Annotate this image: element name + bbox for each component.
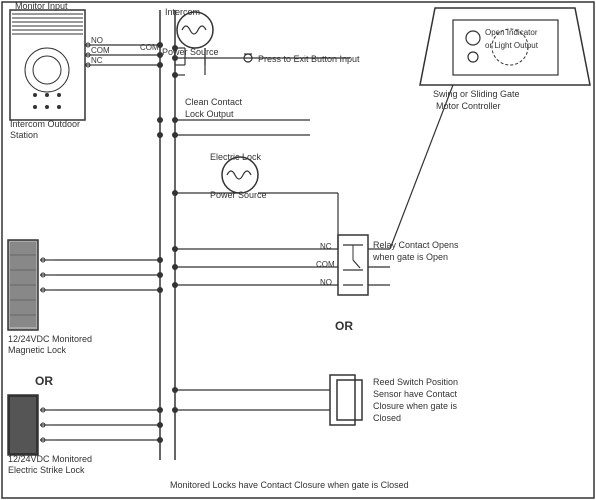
svg-text:Reed Switch Position: Reed Switch Position [373,377,458,387]
svg-text:NC: NC [320,242,332,251]
svg-text:Closure when gate is: Closure when gate is [373,401,458,411]
svg-text:Closed: Closed [373,413,401,423]
svg-text:Intercom: Intercom [165,7,200,17]
svg-text:Electric Lock: Electric Lock [210,152,262,162]
svg-text:Magnetic Lock: Magnetic Lock [8,345,67,355]
svg-text:OR: OR [335,319,353,333]
svg-text:or Light Output: or Light Output [485,41,539,50]
svg-text:Intercom Outdoor: Intercom Outdoor [10,119,80,129]
svg-text:12/24VDC Monitored: 12/24VDC Monitored [8,334,92,344]
wiring-diagram: Monitor Input NO COM NC Intercom Outdoor… [0,0,596,500]
svg-text:NO: NO [91,36,103,45]
svg-text:Clean Contact: Clean Contact [185,97,243,107]
svg-text:Sensor have Contact: Sensor have Contact [373,389,458,399]
svg-text:Station: Station [10,130,38,140]
svg-text:Power Source: Power Source [162,47,219,57]
svg-text:Monitor Input: Monitor Input [15,1,68,11]
svg-text:Lock Output: Lock Output [185,109,234,119]
svg-text:COM: COM [316,260,335,269]
svg-text:when gate is Open: when gate is Open [372,252,448,262]
svg-text:COM: COM [140,43,159,52]
svg-text:Press to Exit Button Input: Press to Exit Button Input [258,54,360,64]
svg-text:COM: COM [91,46,110,55]
svg-text:12/24VDC Monitored: 12/24VDC Monitored [8,454,92,464]
svg-text:Electric Strike Lock: Electric Strike Lock [8,465,85,475]
svg-text:Monitored Locks have Contact C: Monitored Locks have Contact Closure whe… [170,480,409,490]
svg-text:NC: NC [91,56,103,65]
svg-text:OR: OR [35,374,53,388]
svg-text:Swing or Sliding Gate: Swing or Sliding Gate [433,89,520,99]
svg-text:Power Source: Power Source [210,190,267,200]
svg-text:NO: NO [320,278,332,287]
svg-text:Open Indicator: Open Indicator [485,28,538,37]
